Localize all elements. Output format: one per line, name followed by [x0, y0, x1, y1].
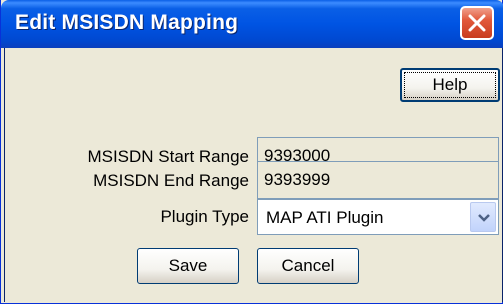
save-button[interactable]: Save — [137, 248, 239, 284]
plugin-type-label: Plugin Type — [160, 207, 249, 226]
plugin-type-value: MAP ATI Plugin — [266, 208, 384, 227]
plugin-type-select[interactable]: MAP ATI Plugin — [257, 199, 499, 235]
dialog-title: Edit MSISDN Mapping — [15, 11, 239, 34]
close-button[interactable] — [460, 6, 494, 40]
close-icon — [468, 14, 486, 32]
title-bar[interactable]: Edit MSISDN Mapping — [1, 0, 503, 48]
cancel-button[interactable]: Cancel — [257, 248, 359, 284]
chevron-down-icon — [478, 214, 490, 222]
help-button[interactable]: Help — [400, 68, 500, 102]
edit-msisdn-mapping-dialog: Edit MSISDN Mapping Help MSISDN Start Ra… — [0, 0, 503, 304]
dropdown-button[interactable] — [470, 202, 496, 232]
start-range-label: MSISDN Start Range — [87, 147, 249, 166]
end-range-label: MSISDN End Range — [93, 171, 249, 190]
end-range-field[interactable]: 9393999 — [257, 161, 499, 199]
